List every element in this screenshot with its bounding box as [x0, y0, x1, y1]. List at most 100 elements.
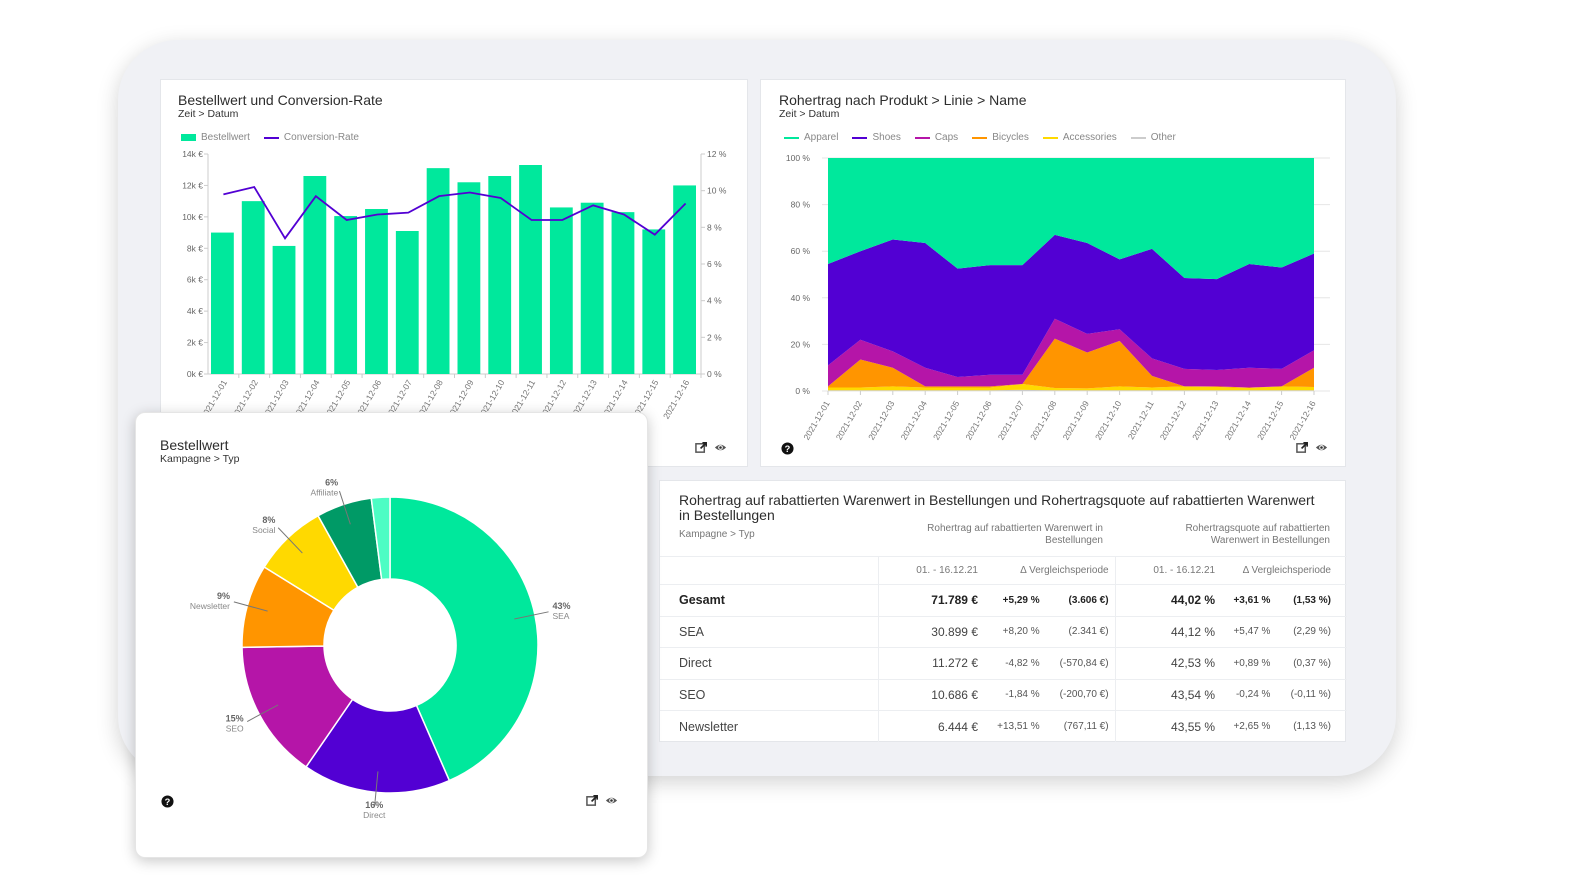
y-tick-label: 80 %	[791, 200, 811, 210]
delta-header: Δ Vergleichsperiode	[1221, 556, 1347, 585]
cell-delta-pct: +3,61 %	[1221, 584, 1277, 616]
cell-value: 43,54 %	[1114, 678, 1222, 711]
rohertrag-table-card: Rohertrag auf rabattierten Warenwert in …	[659, 480, 1347, 742]
row-label: SEO	[660, 678, 878, 711]
bar	[488, 176, 512, 374]
cell-value: 30.899 €	[877, 615, 984, 648]
slice-name-label: Social	[252, 525, 275, 535]
x-tick-label: 2021-12-05	[931, 399, 962, 442]
cell-delta-abs: (2.341 €)	[1045, 615, 1116, 648]
table-row[interactable]: SEO 10.686 € -1,84 % (-200,70 €) 43,54 %…	[660, 678, 1347, 711]
eye-icon[interactable]	[605, 794, 618, 807]
bestellwert-kampagne-card: Bestellwert Kampagne > Typ 43% SEA 16% Dire…	[135, 412, 648, 858]
bar	[241, 201, 265, 374]
slice-percent-label: 16%	[365, 800, 383, 810]
cell-value: 42,53 %	[1114, 647, 1222, 679]
y-tick-label: 8k €	[187, 243, 203, 253]
x-tick-label: 2021-12-04	[899, 399, 930, 442]
bar	[611, 212, 635, 374]
card-actions	[695, 441, 727, 454]
cell-value: 10.686 €	[877, 678, 984, 711]
rohertrag-produkt-card: Rohertrag nach Produkt > Linie > Name Ze…	[760, 79, 1346, 467]
table-row[interactable]: Newsletter 6.444 € +13,51 % (767,11 €) 4…	[660, 710, 1347, 742]
slice-name-label: Newsletter	[190, 601, 230, 611]
x-tick-label: 2021-12-11	[1126, 399, 1156, 441]
x-tick-label: 2021-12-03	[866, 399, 897, 442]
card-actions	[586, 794, 618, 807]
y-tick-label: 12k €	[182, 180, 203, 190]
bar	[303, 176, 327, 374]
bar	[365, 209, 388, 374]
cell-delta-pct: +8,20 %	[984, 615, 1046, 648]
x-tick-label: 2021-12-08	[1028, 399, 1059, 442]
column-group-header-1: Rohertrag auf rabattierten Warenwert in …	[927, 523, 1103, 546]
row-label: Newsletter	[660, 710, 878, 742]
external-link-icon[interactable]	[1296, 441, 1309, 454]
bar	[272, 245, 296, 374]
cell-delta-pct: -0,24 %	[1221, 678, 1277, 711]
cell-delta-pct: +5,47 %	[1221, 615, 1277, 648]
data-table: 01. - 16.12.21 Δ Vergleichsperiode 01. -…	[660, 556, 1347, 742]
y-right-tick-label: 10 %	[707, 186, 727, 196]
y-right-tick-label: 4 %	[707, 296, 722, 306]
cell-delta-abs: (767,11 €)	[1045, 710, 1116, 742]
x-tick-label: 2021-12-15	[1255, 399, 1286, 442]
slice-percent-label: 9%	[217, 591, 230, 601]
y-tick-label: 20 %	[791, 339, 811, 349]
slice-name-label: SEA	[552, 611, 569, 621]
table-row[interactable]: SEA 30.899 € +8,20 % (2.341 €) 44,12 % +…	[660, 615, 1347, 648]
slice-percent-label: 15%	[226, 713, 244, 723]
table-title: Rohertrag auf rabattierten Warenwert in …	[679, 492, 1315, 523]
cell-delta-abs: (3.606 €)	[1045, 584, 1116, 616]
eye-icon[interactable]	[714, 441, 727, 454]
cell-delta-pct: -1,84 %	[984, 678, 1046, 711]
y-right-tick-label: 8 %	[707, 222, 722, 232]
y-tick-label: 2k €	[187, 338, 203, 348]
cell-value: 43,55 %	[1114, 710, 1222, 742]
bar	[519, 165, 542, 374]
y-tick-label: 100 %	[786, 153, 811, 163]
cell-delta-pct: -4,82 %	[984, 647, 1046, 679]
cell-delta-pct: +2,65 %	[1221, 710, 1277, 742]
column-group-header-2: Rohertragsquote auf rabattierten Warenwe…	[1185, 523, 1330, 546]
x-tick-label: 2021-12-14	[1223, 399, 1254, 442]
x-tick-label: 2021-12-10	[1093, 399, 1124, 442]
x-tick-label: 2021-12-06	[963, 399, 994, 442]
x-tick-label: 2021-12-09	[1061, 399, 1092, 442]
cell-delta-abs: (2,29 %)	[1276, 615, 1347, 648]
y-tick-label: 40 %	[791, 293, 811, 303]
question-circle-icon[interactable]: ?	[161, 795, 174, 808]
y-right-tick-label: 12 %	[707, 149, 727, 159]
cell-value: 44,12 %	[1114, 615, 1222, 648]
slice-percent-label: 8%	[262, 515, 275, 525]
external-link-icon[interactable]	[586, 794, 599, 807]
y-tick-label: 4k €	[187, 306, 203, 316]
bar	[549, 207, 573, 374]
bar	[211, 232, 234, 374]
bestellwert-conversion-card: Bestellwert und Conversion-Rate Zeit > D…	[160, 79, 748, 467]
external-link-icon[interactable]	[695, 441, 708, 454]
delta-header: Δ Vergleichsperiode	[984, 556, 1116, 585]
bar-line-chart: 0k € 2k € 4k € 6k € 8k € 10k € 12k € 14k € 0 % 2 …	[182, 149, 727, 421]
y-right-tick-label: 0 %	[707, 369, 722, 379]
cell-value: 11.272 €	[877, 647, 984, 679]
cell-delta-abs: (-0,11 %)	[1276, 678, 1347, 711]
eye-icon[interactable]	[1315, 441, 1328, 454]
question-circle-icon[interactable]: ?	[781, 442, 794, 455]
slice-percent-label: 43%	[552, 601, 570, 611]
x-tick-label: 2021-12-02	[834, 399, 865, 442]
bar	[395, 231, 419, 374]
y-right-tick-label: 2 %	[707, 332, 722, 342]
slice-name-label: SEO	[226, 723, 244, 733]
table-row[interactable]: Direct 11.272 € -4,82 % (-570,84 €) 42,5…	[660, 647, 1347, 679]
cell-delta-pct: +5,29 %	[984, 584, 1046, 616]
y-tick-label: 0k €	[187, 369, 203, 379]
cell-delta-abs: (-570,84 €)	[1045, 647, 1116, 679]
cell-value: 6.444 €	[877, 710, 984, 742]
cell-value: 71.789 €	[877, 584, 984, 616]
cell-value: 44,02 %	[1114, 584, 1222, 616]
svg-text:?: ?	[785, 444, 791, 454]
table-row-gesamt[interactable]: Gesamt 71.789 € +5,29 % (3.606 €) 44,02 …	[660, 584, 1347, 616]
x-tick-label: 2021-12-07	[996, 399, 1027, 442]
row-label: Gesamt	[660, 584, 878, 616]
